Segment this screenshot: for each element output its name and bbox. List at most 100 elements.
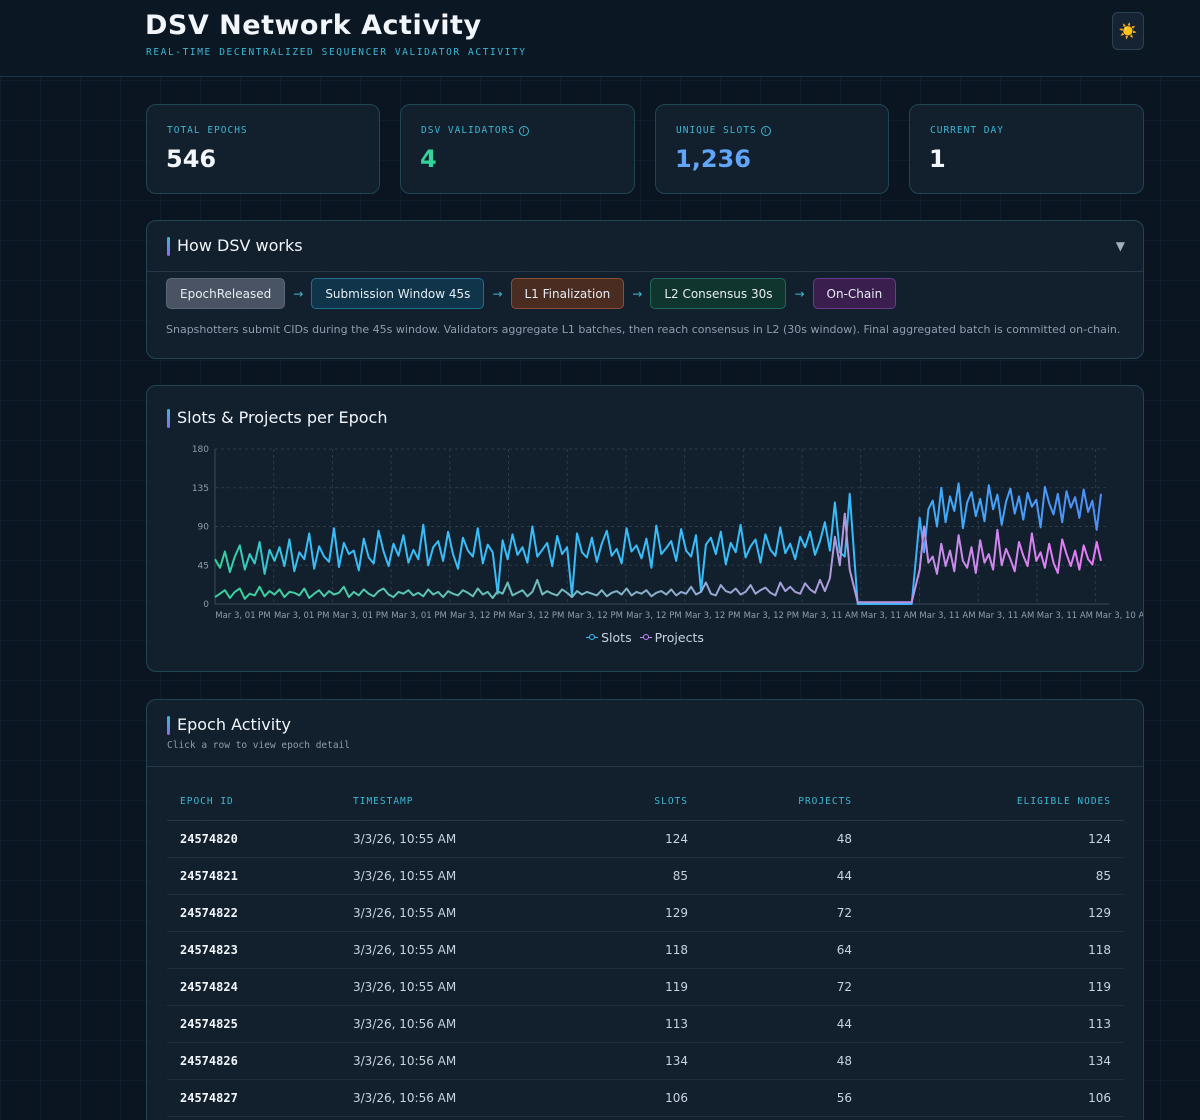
stat-value: 1,236: [675, 145, 751, 173]
x-tick-label: Mar 3, 12 PM: [509, 611, 565, 621]
epoch-id-cell: 24574827: [167, 1079, 340, 1117]
section-title: Epoch Activity: [167, 715, 291, 735]
chart-legend: Slots Projects: [147, 630, 1143, 645]
projects-cell: 72: [701, 968, 865, 1006]
table-row[interactable]: 24574826 3/3/26, 10:56 AM 134 48 134: [167, 1042, 1124, 1080]
x-tick-label: Mar 3, 10 AM: [1095, 611, 1143, 621]
x-tick-label: Mar 3, 11 AM: [919, 611, 975, 621]
stat-value: 1: [929, 145, 946, 173]
top-bar: DSV Network Activity REAL-TIME DECENTRAL…: [0, 0, 1200, 77]
slots-cell: 124: [555, 820, 701, 858]
x-tick-label: Mar 3, 12 PM: [685, 611, 741, 621]
y-tick-label: 45: [198, 561, 209, 571]
eligible-nodes-cell: 106: [865, 1079, 1124, 1117]
y-tick-label: 135: [192, 484, 209, 494]
legend-swatch: [586, 633, 599, 643]
y-tick-label: 90: [198, 523, 210, 533]
x-tick-label: Mar 3, 12 PM: [567, 611, 623, 621]
eligible-nodes-cell: 85: [865, 857, 1124, 895]
x-tick-label: Mar 3, 11 AM: [861, 611, 917, 621]
app-subtitle: REAL-TIME DECENTRALIZED SEQUENCER VALIDA…: [146, 47, 527, 58]
slots-cell: 113: [555, 1005, 701, 1043]
x-tick-label: Mar 3, 01 PM: [215, 611, 271, 621]
stat-value: 4: [420, 145, 437, 173]
arrow-right-icon: →: [794, 286, 805, 301]
stat-label: DSV VALIDATORS: [421, 125, 516, 136]
chart-title: Slots & Projects per Epoch: [167, 408, 387, 428]
table-row[interactable]: 24574822 3/3/26, 10:55 AM 129 72 129: [167, 894, 1124, 932]
workflow-description: Snapshotters submit CIDs during the 45s …: [166, 323, 1121, 336]
column-header-timestamp[interactable]: TIMESTAMP: [340, 784, 555, 821]
stat-card-current-day: CURRENT DAY 1: [909, 104, 1144, 194]
table-row[interactable]: 24574827 3/3/26, 10:56 AM 106 56 106: [167, 1079, 1124, 1117]
chart-panel: Slots & Projects per Epoch 0 45 90 135 180 Ma…: [146, 385, 1144, 672]
table-row[interactable]: 24574823 3/3/26, 10:55 AM 118 64 118: [167, 931, 1124, 969]
timestamp-cell: 3/3/26, 10:55 AM: [340, 820, 555, 858]
stat-label: TOTAL EPOCHS: [167, 125, 248, 136]
info-icon[interactable]: i: [519, 125, 530, 136]
epoch-id-cell: 24574820: [167, 820, 340, 858]
timestamp-cell: 3/3/26, 10:56 AM: [340, 1042, 555, 1080]
arrow-right-icon: →: [632, 286, 643, 301]
divider: [147, 271, 1143, 272]
step-on-chain: On-Chain: [812, 278, 897, 309]
legend-item-projects[interactable]: Projects: [639, 630, 704, 645]
column-header-projects[interactable]: PROJECTS: [701, 784, 865, 821]
eligible-nodes-cell: 119: [865, 968, 1124, 1006]
stat-card-total-epochs: TOTAL EPOCHS 546: [146, 104, 380, 194]
timestamp-cell: 3/3/26, 10:55 AM: [340, 968, 555, 1006]
x-tick-label: Mar 3, 12 PM: [450, 611, 506, 621]
x-tick-label: Mar 3, 01 PM: [391, 611, 447, 621]
slots-cell: 129: [555, 894, 701, 932]
epoch-id-cell: 24574823: [167, 931, 340, 969]
column-header-slots[interactable]: SLOTS: [555, 784, 701, 821]
projects-cell: 64: [701, 931, 865, 969]
table-row[interactable]: 24574821 3/3/26, 10:55 AM 85 44 85: [167, 857, 1124, 895]
legend-label: Slots: [601, 630, 632, 645]
projects-cell: 72: [701, 894, 865, 932]
stat-value: 546: [166, 145, 217, 173]
epoch-id-cell: 24574825: [167, 1005, 340, 1043]
column-header-epoch-id[interactable]: EPOCH ID: [167, 784, 340, 821]
x-tick-label: Mar 3, 01 PM: [333, 611, 389, 621]
stat-card-unique-slots: UNIQUE SLOTS i 1,236: [655, 104, 889, 194]
slots-cell: 85: [555, 857, 701, 895]
divider: [147, 766, 1143, 767]
eligible-nodes-cell: 129: [865, 894, 1124, 932]
arrow-right-icon: →: [492, 286, 503, 301]
timestamp-cell: 3/3/26, 10:56 AM: [340, 1079, 555, 1117]
x-tick-label: Mar 3, 11 AM: [802, 611, 858, 621]
slots-cell: 106: [555, 1079, 701, 1117]
epoch-activity-panel: Epoch Activity Click a row to view epoch…: [146, 699, 1144, 1120]
section-title: How DSV works: [167, 236, 303, 256]
step-l2-consensus: L2 Consensus 30s: [650, 278, 787, 309]
stat-label: CURRENT DAY: [930, 125, 1004, 136]
y-tick-label: 0: [203, 600, 209, 610]
stat-label: UNIQUE SLOTS: [676, 125, 757, 136]
legend-item-slots[interactable]: Slots: [586, 630, 632, 645]
timestamp-cell: 3/3/26, 10:55 AM: [340, 894, 555, 932]
x-tick-label: Mar 3, 11 AM: [1037, 611, 1093, 621]
info-icon[interactable]: i: [760, 125, 771, 136]
x-tick-label: Mar 3, 12 PM: [744, 611, 800, 621]
table-row[interactable]: 24574825 3/3/26, 10:56 AM 113 44 113: [167, 1005, 1124, 1043]
table-row[interactable]: 24574824 3/3/26, 10:55 AM 119 72 119: [167, 968, 1124, 1006]
epoch-table: EPOCH ID TIMESTAMP SLOTS PROJECTS ELIGIB…: [167, 784, 1124, 1117]
legend-label: Projects: [654, 630, 704, 645]
slots-series-line: [214, 482, 1102, 605]
step-epoch-released: EpochReleased: [166, 278, 286, 309]
y-tick-label: 180: [192, 445, 209, 455]
slots-cell: 119: [555, 968, 701, 1006]
eligible-nodes-cell: 113: [865, 1005, 1124, 1043]
table-row[interactable]: 24574820 3/3/26, 10:55 AM 124 48 124: [167, 820, 1124, 858]
epoch-id-cell: 24574826: [167, 1042, 340, 1080]
table-subtitle: Click a row to view epoch detail: [167, 740, 351, 751]
epoch-id-cell: 24574822: [167, 894, 340, 932]
workflow-steps: EpochReleased → Submission Window 45s → …: [166, 278, 897, 309]
column-header-eligible-nodes[interactable]: ELIGIBLE NODES: [865, 784, 1124, 821]
step-l1-finalization: L1 Finalization: [510, 278, 625, 309]
x-tick-label: Mar 3, 11 AM: [978, 611, 1034, 621]
theme-toggle-button[interactable]: ☀️: [1112, 12, 1144, 50]
projects-cell: 48: [701, 1042, 865, 1080]
chevron-down-icon[interactable]: ▼: [1116, 239, 1125, 253]
